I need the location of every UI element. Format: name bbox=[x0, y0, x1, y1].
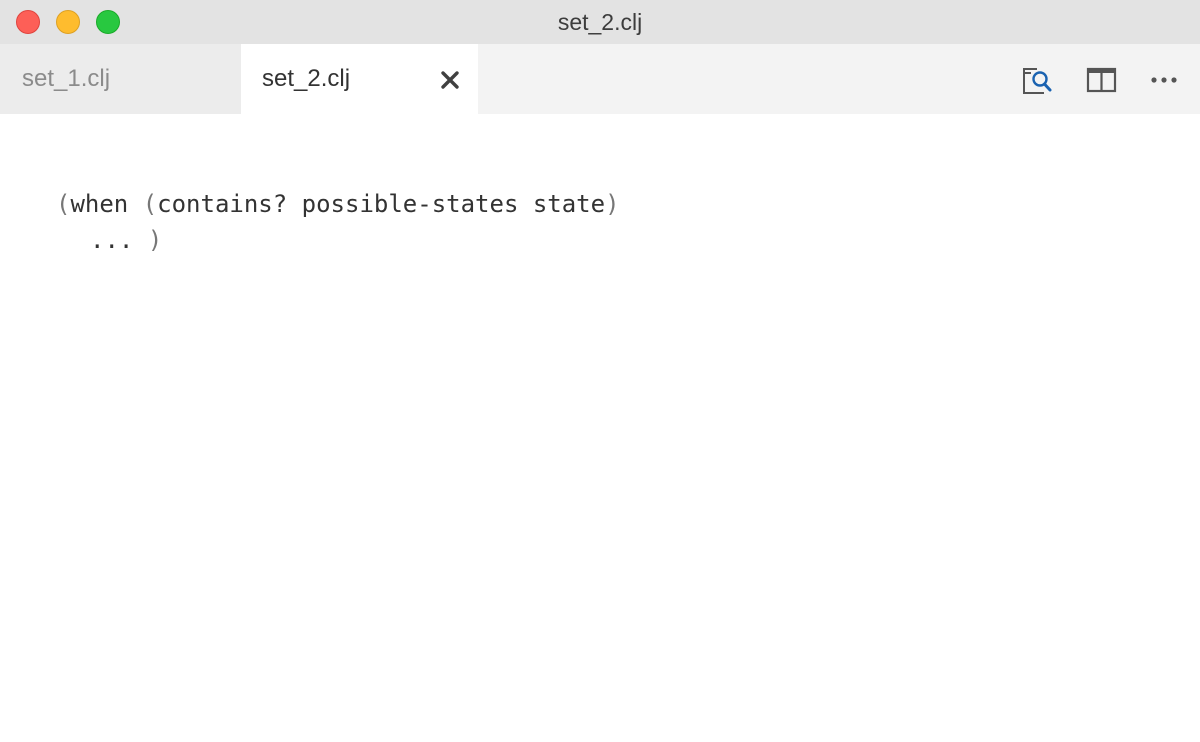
ellipsis: ... bbox=[90, 226, 134, 254]
close-paren: ) bbox=[147, 226, 163, 254]
open-paren: ( bbox=[56, 190, 71, 218]
close-tab-icon[interactable] bbox=[437, 68, 463, 92]
tab-label: set_1.clj bbox=[22, 65, 111, 92]
open-paren: ( bbox=[142, 190, 158, 218]
tab-label: set_2.clj bbox=[262, 65, 351, 92]
editor-window: set_2.clj set_1.clj set_2.clj (when (con… bbox=[0, 0, 1200, 742]
title-bar: set_2.clj bbox=[0, 0, 1200, 44]
keyword-when: when bbox=[70, 190, 143, 218]
more-actions-icon[interactable] bbox=[1148, 64, 1182, 96]
tab-set-2[interactable]: set_2.clj bbox=[241, 44, 478, 114]
code-editor[interactable]: (when (contains? possible-states state) … bbox=[0, 114, 1200, 742]
tab-bar: set_1.clj set_2.clj bbox=[0, 44, 1200, 114]
tab-set-1[interactable]: set_1.clj bbox=[0, 44, 241, 114]
code-line-1: (when (contains? possible-states state) bbox=[56, 186, 620, 222]
contains-expression: contains? possible-states state bbox=[157, 190, 606, 218]
open-preview-icon[interactable] bbox=[1021, 64, 1055, 96]
split-editor-icon[interactable] bbox=[1085, 64, 1119, 96]
window-title: set_2.clj bbox=[557, 9, 643, 35]
code-line-2: ... ) bbox=[90, 222, 162, 258]
close-paren: ) bbox=[605, 190, 620, 218]
